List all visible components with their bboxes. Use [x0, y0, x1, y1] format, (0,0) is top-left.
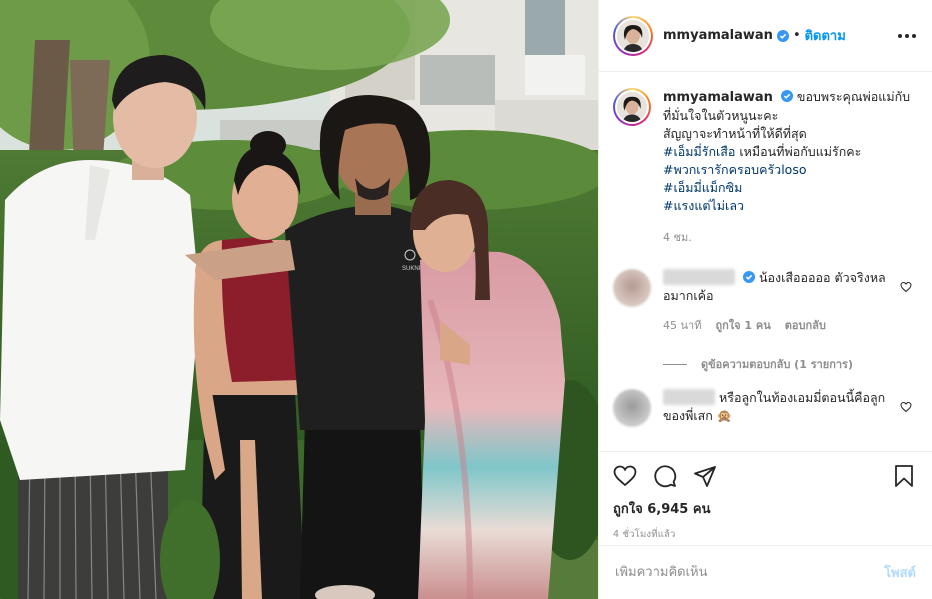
- comment-item: หรือลูกในท้องเอมมี่ตอนนี้คือลูกของพี่เสก…: [613, 389, 916, 427]
- caption-time[interactable]: 4 ชม.: [663, 229, 911, 247]
- comment-likes[interactable]: ถูกใจ 1 คน: [715, 317, 770, 335]
- post-time[interactable]: 4 ชั่วโมงที่แล้ว: [613, 527, 916, 542]
- more-options-button[interactable]: [898, 28, 916, 44]
- verified-icon: [776, 29, 789, 42]
- verified-icon: [742, 271, 755, 283]
- caption-avatar[interactable]: [613, 88, 651, 126]
- comment-avatar[interactable]: [613, 269, 651, 307]
- add-comment-bar: โพสต์: [599, 545, 932, 599]
- comment-avatar[interactable]: [613, 389, 651, 427]
- comment-username-blurred[interactable]: [663, 389, 715, 405]
- bookmark-icon[interactable]: [892, 464, 916, 488]
- instagram-post: SUKNIYOM mmyamalawan • ติดตาม mmyamalawa…: [0, 0, 932, 599]
- post-photo[interactable]: SUKNIYOM: [0, 0, 598, 599]
- avatar-photo: [617, 19, 649, 52]
- hashtag-link[interactable]: #เอ็มมี่รักเสือ: [663, 144, 735, 159]
- heart-icon[interactable]: [613, 464, 637, 488]
- caption-text-line: สัญญาจะทำหน้าที่ให้ดีที่สุด: [663, 126, 807, 141]
- reply-button[interactable]: ตอบกลับ: [785, 317, 826, 335]
- likes-count[interactable]: ถูกใจ 6,945 คน: [613, 498, 916, 519]
- comment-like-heart-icon[interactable]: [900, 401, 912, 413]
- caption-text-suffix: เหมือนที่พ่อกับแม่รักคะ: [735, 144, 862, 159]
- share-icon[interactable]: [693, 464, 717, 488]
- hashtag-link[interactable]: #แรงแต่ไม่เลว: [663, 197, 911, 215]
- more-icon: [898, 33, 902, 38]
- header-separator: •: [792, 28, 801, 43]
- post-header: mmyamalawan • ติดตาม: [599, 0, 932, 72]
- avatar[interactable]: [613, 15, 653, 56]
- view-replies-button[interactable]: ดูข้อความตอบกลับ (1 รายการ): [663, 355, 916, 373]
- comment-time[interactable]: 45 นาที: [663, 317, 701, 335]
- family-photo-illustration: SUKNIYOM: [0, 0, 598, 599]
- verified-icon: [780, 90, 793, 102]
- comment-like-heart-icon[interactable]: [900, 281, 912, 293]
- post-caption: mmyamalawan ขอบพระคุณพ่อแม่กับที่มั่นใจใ…: [613, 88, 916, 247]
- action-bar: ถูกใจ 6,945 คน 4 ชั่วโมงที่แล้ว: [599, 451, 932, 544]
- follow-button[interactable]: ติดตาม: [805, 25, 846, 46]
- comment-icon[interactable]: [653, 464, 677, 488]
- comment-item: น้องเสือออออ ตัวจริงหลอมากเค้อ 45 นาที ถ…: [613, 269, 916, 335]
- post-comment-button[interactable]: โพสต์: [884, 562, 916, 583]
- comment-input[interactable]: [615, 565, 885, 580]
- avatar-photo: [617, 92, 647, 122]
- comment-username-blurred[interactable]: [663, 269, 735, 285]
- comments-section[interactable]: mmyamalawan ขอบพระคุณพ่อแม่กับที่มั่นใจใ…: [599, 72, 932, 450]
- post-sidebar: mmyamalawan • ติดตาม mmyamalawan ขอบพระค…: [598, 0, 932, 599]
- hashtag-link[interactable]: #เอ็มมี่แม็กซิม: [663, 179, 911, 197]
- view-replies-label: ดูข้อความตอบกลับ (1 รายการ): [701, 358, 853, 371]
- hashtag-link[interactable]: #พวกเรารักครอบครัวloso: [663, 161, 911, 179]
- header-username[interactable]: mmyamalawan: [663, 28, 773, 43]
- caption-username[interactable]: mmyamalawan: [663, 90, 773, 105]
